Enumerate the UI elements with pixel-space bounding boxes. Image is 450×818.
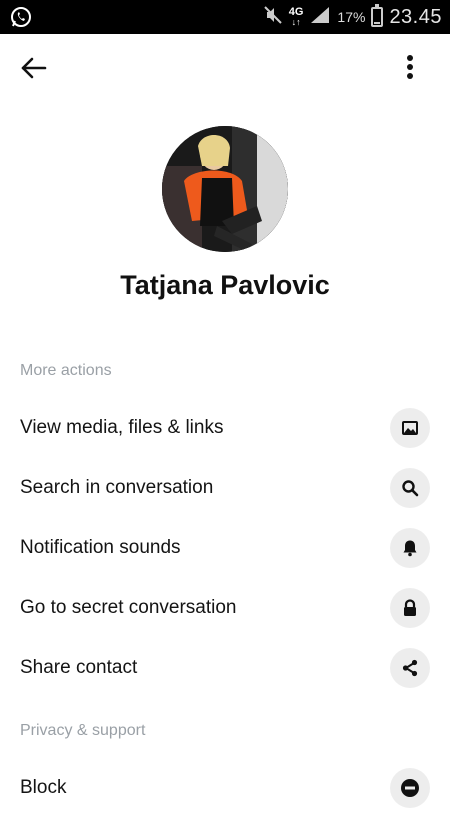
item-label: Block bbox=[20, 777, 67, 798]
more-vertical-icon bbox=[407, 55, 413, 79]
battery-icon bbox=[371, 4, 384, 27]
block-item[interactable]: Block bbox=[0, 758, 450, 818]
section-header-more-actions: More actions bbox=[20, 362, 112, 379]
section-header-privacy-support: Privacy & support bbox=[20, 722, 146, 739]
search-icon bbox=[390, 468, 430, 508]
notification-sounds-item[interactable]: Notification sounds bbox=[0, 518, 450, 578]
back-button[interactable] bbox=[18, 52, 50, 84]
avatar[interactable] bbox=[162, 126, 288, 252]
item-label: View media, files & links bbox=[20, 417, 224, 438]
image-icon bbox=[390, 408, 430, 448]
whatsapp-icon bbox=[10, 6, 32, 28]
block-icon bbox=[390, 768, 430, 808]
bell-icon bbox=[390, 528, 430, 568]
share-icon bbox=[390, 648, 430, 688]
item-label: Share contact bbox=[20, 657, 138, 678]
item-label: Notification sounds bbox=[20, 537, 181, 558]
more-options-button[interactable] bbox=[400, 52, 420, 84]
item-label: Go to secret conversation bbox=[20, 597, 237, 618]
profile-photo bbox=[162, 126, 288, 252]
mute-icon bbox=[263, 5, 283, 30]
status-bar: 4G ↓↑ 17% 23.45 bbox=[0, 0, 450, 34]
view-media-files-links-item[interactable]: View media, files & links bbox=[0, 398, 450, 458]
signal-icon bbox=[309, 5, 331, 30]
clock: 23.45 bbox=[389, 5, 442, 28]
item-label: Search in conversation bbox=[20, 477, 214, 498]
battery-percent: 17% bbox=[337, 9, 366, 25]
contact-name: Tatjana Pavlovic bbox=[120, 270, 330, 300]
arrow-left-icon bbox=[21, 57, 47, 79]
search-in-conversation-item[interactable]: Search in conversation bbox=[0, 458, 450, 518]
network-indicator: 4G ↓↑ bbox=[288, 6, 304, 28]
secret-conversation-item[interactable]: Go to secret conversation bbox=[0, 578, 450, 638]
lock-icon bbox=[390, 588, 430, 628]
share-contact-item[interactable]: Share contact bbox=[0, 638, 450, 698]
